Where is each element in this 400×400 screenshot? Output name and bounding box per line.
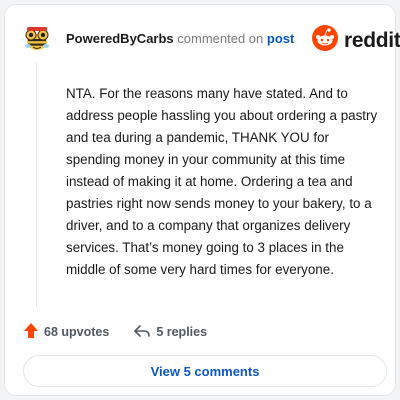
username-link[interactable]: PoweredByCarbs [66, 31, 174, 46]
comment-card: PoweredByCarbs commented on post reddit … [4, 4, 400, 396]
comment-body: NTA. For the reasons many have stated. A… [66, 86, 378, 277]
replies-count: 5 replies [156, 325, 208, 339]
upvote-count: 68 upvotes [44, 325, 110, 339]
comment-actions: 68 upvotes 5 replies [23, 322, 207, 342]
brand-name: reddit [344, 28, 400, 52]
post-link[interactable]: post [267, 31, 294, 46]
reddit-brand[interactable]: reddit [312, 25, 400, 56]
replies-button[interactable]: 5 replies [133, 323, 207, 342]
upvote-button[interactable]: 68 upvotes [23, 322, 109, 342]
thread-line [36, 63, 37, 307]
comment-header: PoweredByCarbs commented on post [66, 31, 294, 46]
reddit-snoo-icon [312, 25, 338, 56]
commented-on-text: commented on [173, 31, 267, 46]
view-comments-button[interactable]: View 5 comments [23, 355, 387, 387]
user-avatar-icon[interactable] [22, 23, 52, 53]
upvote-arrow-icon [23, 322, 39, 342]
reply-arrow-icon [133, 323, 151, 342]
